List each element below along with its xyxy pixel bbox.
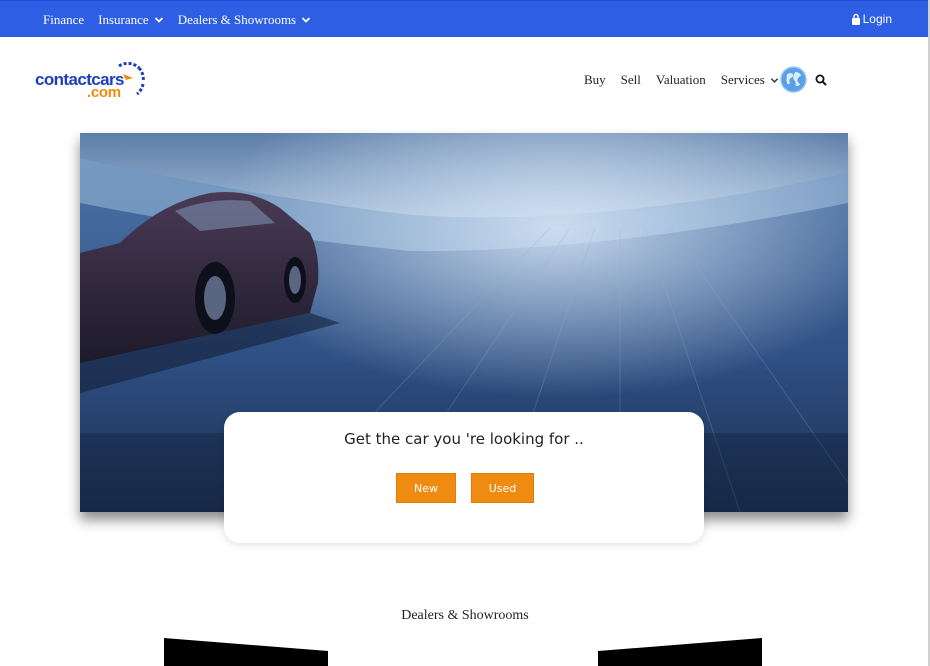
search-icon[interactable] (815, 74, 827, 86)
nav-sell[interactable]: Sell (621, 72, 641, 88)
dealer-card-left[interactable] (164, 638, 329, 666)
dealer-card-right[interactable] (598, 638, 763, 666)
top-nav-finance-label: Finance (43, 11, 85, 27)
search-card: Get the car you 're looking for .. New U… (224, 412, 704, 543)
top-nav-insurance[interactable]: Insurance (98, 12, 164, 28)
top-bar: Finance Insurance Dealers & Showrooms Lo… (0, 0, 930, 37)
top-nav: Finance Insurance Dealers & Showrooms (43, 1, 325, 38)
site-logo[interactable]: contactcars .com (35, 62, 145, 102)
top-nav-finance[interactable]: Finance (43, 12, 84, 28)
chevron-down-icon (770, 77, 778, 83)
top-nav-insurance-label: Insurance (98, 11, 149, 27)
top-nav-dealers-label: Dealers & Showrooms (177, 11, 297, 27)
nav-buy-label: Buy (584, 72, 606, 87)
used-cars-button[interactable]: Used (471, 473, 534, 503)
chevron-down-icon (301, 16, 311, 23)
nav-services-label: Services (720, 72, 765, 87)
nav-sell-label: Sell (620, 72, 641, 87)
dealers-section-title: Dealers & Showrooms (401, 608, 529, 623)
logo-mark-icon (118, 62, 145, 96)
lock-icon (851, 13, 860, 25)
nav-valuation[interactable]: Valuation (656, 72, 706, 88)
nav-valuation-label: Valuation (655, 72, 706, 87)
search-card-title: Get the car you 're looking for .. (344, 430, 584, 448)
nav-services[interactable]: Services (721, 72, 779, 88)
top-nav-dealers[interactable]: Dealers & Showrooms (178, 12, 311, 28)
chevron-down-icon (154, 16, 163, 23)
login-link[interactable]: Login (851, 1, 892, 36)
globe-icon[interactable] (780, 66, 807, 93)
main-nav: Buy Sell Valuation Services (584, 66, 794, 94)
nav-buy[interactable]: Buy (584, 72, 606, 88)
new-cars-button[interactable]: New (396, 473, 456, 503)
login-label: Login (862, 11, 892, 26)
